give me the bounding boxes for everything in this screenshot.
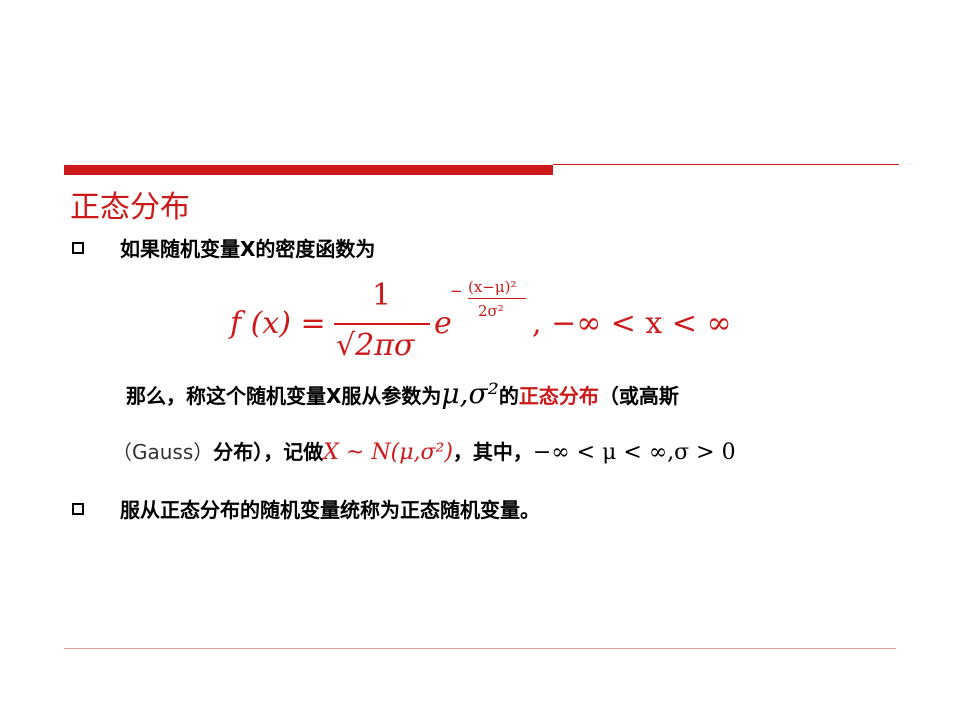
notation: X ~ N(μ,σ²) bbox=[323, 440, 453, 465]
bullet-text-1: 如果随机变量X的密度函数为 bbox=[120, 237, 376, 261]
description-line-1: 那么，称这个随机变量X服从参数为μ,σ²的正态分布（或高斯 bbox=[126, 380, 679, 410]
formula-exp-numerator: (x−μ)² bbox=[468, 278, 517, 296]
normal-distribution-term: 正态分布 bbox=[518, 384, 599, 408]
description-line-2: （Gauss）分布），记做X ~ N(μ,σ²)，其中，−∞ < μ < ∞,σ… bbox=[112, 438, 736, 467]
line3-prefix: 那么，称这个随机变量X服从参数为 bbox=[126, 384, 442, 408]
formula-denominator: √2πσ bbox=[336, 328, 415, 363]
gauss-label: （Gauss） bbox=[112, 440, 214, 464]
parameters: μ,σ² bbox=[441, 377, 499, 410]
formula-numerator: 1 bbox=[372, 278, 392, 313]
formula-range: , −∞ < x < ∞ bbox=[532, 306, 732, 341]
slide-title: 正态分布 bbox=[70, 190, 190, 225]
bullet-square-icon bbox=[72, 503, 84, 515]
formula-exp-sign: − bbox=[450, 282, 463, 300]
formula-base-e: e bbox=[434, 306, 452, 341]
formula-exp-denominator: 2σ² bbox=[478, 302, 504, 320]
line4-prefix: 分布），记做 bbox=[213, 440, 324, 464]
line4-mid: ，其中， bbox=[452, 440, 533, 464]
title-accent-bar bbox=[64, 165, 553, 175]
formula-fraction-line bbox=[334, 323, 430, 325]
bullet-text-2: 服从正态分布的随机变量统称为正态随机变量。 bbox=[120, 498, 540, 522]
title-accent-line bbox=[553, 164, 899, 165]
density-formula: f (x) = 1 √2πσ e − (x−μ)² 2σ² , −∞ < x <… bbox=[230, 278, 732, 378]
line3-suffix: （或高斯 bbox=[598, 384, 679, 408]
formula-lhs: f (x) = bbox=[230, 306, 326, 341]
bullet-square-icon bbox=[72, 242, 84, 254]
footer-divider bbox=[64, 648, 896, 649]
formula-exp-line bbox=[468, 298, 526, 299]
parameter-condition: −∞ < μ < ∞,σ > 0 bbox=[532, 440, 736, 465]
line3-mid: 的 bbox=[498, 384, 519, 408]
